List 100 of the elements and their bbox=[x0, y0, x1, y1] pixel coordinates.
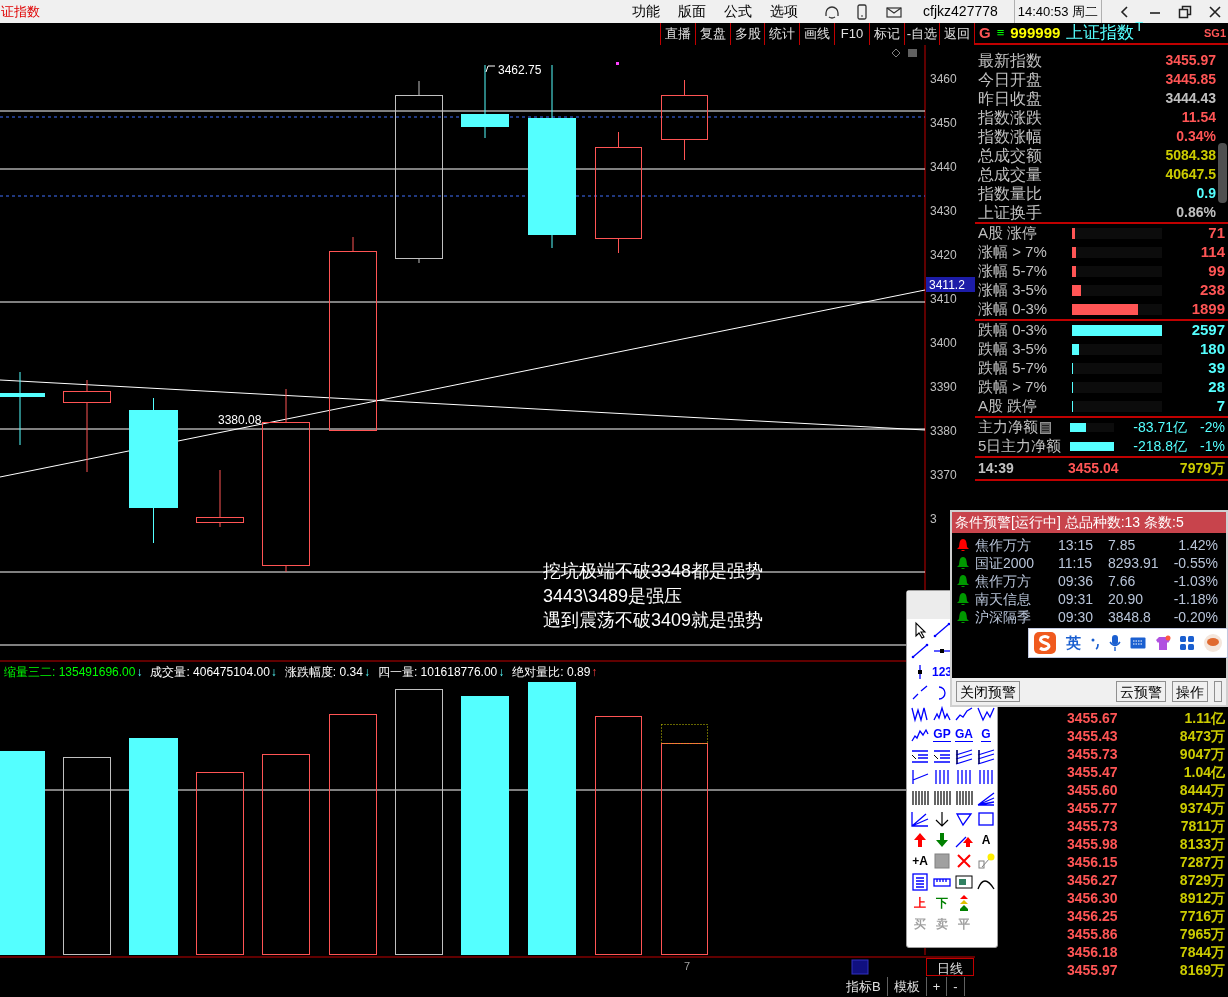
price-label: 3420 bbox=[930, 248, 957, 262]
breadth-label: 跌幅 3-5% bbox=[978, 339, 1049, 360]
wave-icon[interactable] bbox=[932, 704, 952, 723]
breadth-label: 跌幅 0-3% bbox=[978, 320, 1049, 341]
menu-item[interactable]: 功能 bbox=[632, 1, 661, 22]
menu-item[interactable]: 版面 bbox=[678, 1, 707, 22]
alert-price: 3848.8 bbox=[1108, 607, 1152, 627]
toolbar-button[interactable]: F10 bbox=[835, 23, 870, 45]
punctuation-icon[interactable] bbox=[1090, 636, 1100, 650]
user-name: cfjkz427778 bbox=[923, 2, 998, 21]
document-icon bbox=[1040, 421, 1051, 434]
tick-volume: 7811万 bbox=[1179, 816, 1225, 836]
tab[interactable]: 指标B bbox=[840, 976, 888, 997]
toolbar-button[interactable]: 复盘 bbox=[695, 23, 731, 45]
tick-volume: 8912万 bbox=[1178, 888, 1225, 908]
tick-price: 3456.25 bbox=[1067, 906, 1118, 926]
alert-time: 09:36 bbox=[1058, 571, 1095, 591]
tool-button[interactable]: A bbox=[981, 832, 991, 847]
vertical-lines-icon[interactable] bbox=[954, 767, 974, 786]
alert-change: -0.20% bbox=[1172, 607, 1218, 627]
restore-icon[interactable] bbox=[1178, 4, 1192, 19]
vertical-lines-icon[interactable] bbox=[910, 788, 930, 807]
menu-item[interactable]: 公式 bbox=[724, 1, 753, 22]
stat-value: 3455.97 bbox=[1165, 51, 1216, 70]
clock: 14:40:53 周二 bbox=[1013, 0, 1102, 23]
alert-change: 1.42% bbox=[1177, 535, 1218, 555]
shirt-icon[interactable] bbox=[1155, 635, 1171, 651]
menu-item[interactable]: 选项 bbox=[770, 1, 799, 22]
toolbar-button[interactable]: 标记 bbox=[869, 23, 905, 45]
low-label: 3380.08 bbox=[218, 413, 262, 427]
stat-label: 总成交额 bbox=[978, 146, 1042, 165]
mail-icon[interactable] bbox=[885, 4, 904, 19]
menu-glyph[interactable]: ≡ bbox=[996, 23, 1005, 43]
flow-label: 5日主力净额 bbox=[978, 436, 1062, 457]
stat-label: 上证换手 bbox=[978, 203, 1042, 222]
vertical-lines-icon[interactable] bbox=[932, 767, 952, 786]
breadth-label: A股 跌停 bbox=[978, 396, 1039, 417]
tool-button[interactable]: 上 bbox=[914, 895, 926, 910]
toolbar-button[interactable]: 多股 bbox=[730, 23, 766, 45]
toolbar-button[interactable]: 统计 bbox=[765, 23, 801, 45]
toolbar-button[interactable]: -自选 bbox=[904, 23, 941, 45]
stat-value: 3445.85 bbox=[1165, 70, 1216, 89]
tick-volume: 9374万 bbox=[1178, 798, 1225, 818]
alert-button[interactable]: 关闭预警 bbox=[956, 681, 1020, 702]
alert-price: 7.66 bbox=[1108, 571, 1137, 591]
image-icon[interactable] bbox=[954, 872, 974, 891]
channel-icon[interactable] bbox=[954, 746, 974, 765]
input-mode[interactable]: 英 bbox=[1066, 631, 1081, 655]
tag-label: SG1 bbox=[1204, 25, 1227, 41]
annotation-text: 挖坑极端不破3348都是强势 bbox=[543, 561, 764, 581]
stat-label: 指数涨幅 bbox=[978, 127, 1042, 146]
tick-time: 14:39 bbox=[978, 459, 1015, 478]
breadth-label: 涨幅 5-7% bbox=[978, 261, 1049, 282]
vertical-lines-icon[interactable] bbox=[932, 788, 952, 807]
alert-button[interactable]: 云预警 bbox=[1116, 681, 1166, 702]
breadth-label: 跌幅 > 7% bbox=[978, 377, 1048, 398]
vertical-lines-icon[interactable] bbox=[976, 767, 996, 786]
tool-button[interactable]: GA bbox=[955, 727, 973, 742]
period-tab[interactable]: 日线 bbox=[926, 958, 974, 976]
stat-value: 0.9 bbox=[1196, 184, 1216, 203]
tool-button[interactable]: GP bbox=[933, 727, 951, 742]
price-label: 3 bbox=[930, 512, 937, 526]
dashed-line-icon[interactable] bbox=[910, 683, 930, 702]
microphone-icon[interactable] bbox=[1109, 634, 1121, 652]
toolbar-button[interactable]: 画线 bbox=[800, 23, 836, 45]
tool-button[interactable]: G bbox=[981, 727, 991, 742]
breadth-count: 39 bbox=[1207, 358, 1225, 379]
keyboard-icon[interactable] bbox=[1130, 637, 1146, 649]
alert-button[interactable]: 操作 bbox=[1172, 681, 1208, 702]
vertical-lines-icon[interactable] bbox=[954, 788, 974, 807]
rectangle-icon[interactable] bbox=[976, 809, 996, 828]
alert-name: 国证2000 bbox=[975, 553, 1036, 573]
phone-icon[interactable] bbox=[855, 3, 870, 20]
alert-price: 7.85 bbox=[1108, 535, 1137, 555]
fan-icon[interactable] bbox=[910, 809, 930, 828]
tool-button[interactable]: +A bbox=[912, 853, 928, 868]
toolbar-button[interactable]: 直播 bbox=[661, 23, 696, 45]
price-label: 3380 bbox=[930, 424, 957, 438]
tick-price: 3456.18 bbox=[1067, 942, 1118, 962]
stat-value: 0.86% bbox=[1176, 203, 1216, 222]
grid-icon[interactable] bbox=[1180, 636, 1194, 650]
line-icon[interactable] bbox=[910, 641, 930, 660]
stat-value: 40647.5 bbox=[1165, 165, 1216, 184]
tick-volume: 7965万 bbox=[1178, 924, 1225, 944]
mascot-icon[interactable] bbox=[1203, 633, 1223, 653]
scrollbar-thumb[interactable] bbox=[1218, 143, 1227, 203]
close-icon[interactable] bbox=[1208, 4, 1222, 19]
tab[interactable]: 模板 bbox=[887, 976, 927, 997]
trendline-icon[interactable] bbox=[910, 767, 930, 786]
document-icon[interactable] bbox=[910, 872, 930, 891]
line-icon[interactable] bbox=[932, 620, 952, 639]
toolbar-button[interactable]: 返回 bbox=[940, 23, 975, 45]
diamond-icon[interactable] bbox=[891, 48, 901, 58]
tool-button[interactable]: 下 bbox=[936, 895, 948, 910]
price-tag: 3411.2 bbox=[926, 277, 975, 292]
headset-icon[interactable] bbox=[823, 3, 842, 20]
tick-price: 3455.97 bbox=[1067, 960, 1118, 980]
channel-icon[interactable] bbox=[976, 746, 996, 765]
flow-percent: -2% bbox=[1199, 418, 1225, 437]
cut-button[interactable] bbox=[1214, 681, 1222, 702]
